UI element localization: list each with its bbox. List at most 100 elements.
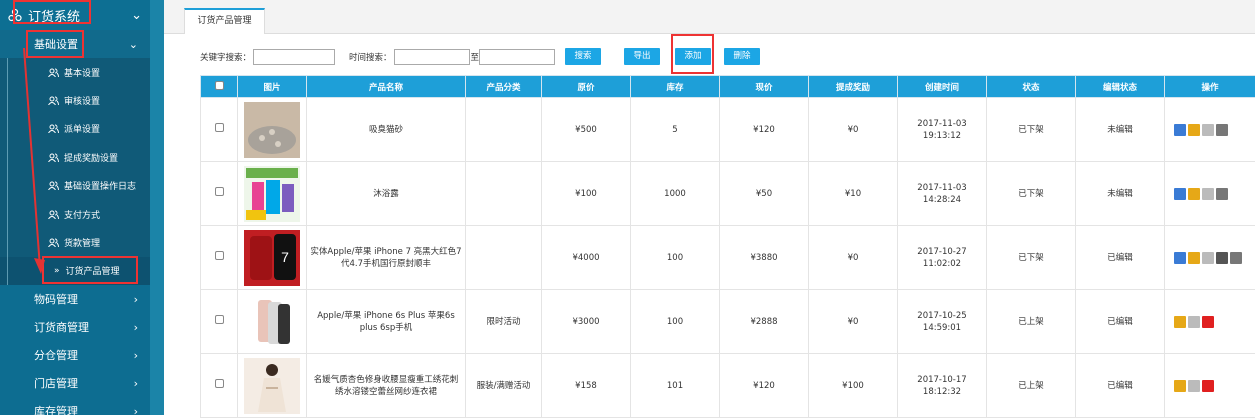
sidebar-group-2[interactable]: 分仓管理 › xyxy=(0,341,150,369)
time-to-input[interactable] xyxy=(479,49,555,65)
arrow-down-icon[interactable] xyxy=(1202,316,1214,328)
product-category xyxy=(466,162,542,226)
time-from-input[interactable] xyxy=(394,49,470,65)
list-icon[interactable] xyxy=(1188,124,1200,136)
current-price: ¥120 xyxy=(720,98,809,162)
group-label: 订货商管理 xyxy=(34,319,89,335)
search-bar: 关键字搜索： 时间搜索： 至 xyxy=(200,47,555,67)
sidebar-item-label: 支付方式 xyxy=(64,208,100,221)
arrow-down-icon[interactable] xyxy=(1202,380,1214,392)
stock: 5 xyxy=(631,98,720,162)
edit-status: 已编辑 xyxy=(1076,354,1165,418)
qrcode-icon[interactable] xyxy=(1188,316,1200,328)
created-time: 2017-10-25 14:59:01 xyxy=(898,290,987,354)
chevron-right-icon: › xyxy=(134,293,138,306)
sidebar-group-1[interactable]: 订货商管理 › xyxy=(0,313,150,341)
column-header: 产品名称 xyxy=(307,76,466,98)
column-header: 编辑状态 xyxy=(1076,76,1165,98)
chevron-down-icon: ⌄ xyxy=(131,8,142,23)
list-icon[interactable] xyxy=(1188,252,1200,264)
trash-icon[interactable] xyxy=(1230,252,1242,264)
image-cell xyxy=(238,290,307,354)
select-all-checkbox[interactable] xyxy=(215,81,224,90)
delete-button[interactable]: 删除 xyxy=(724,48,760,65)
sidebar-item-label: 提成奖励设置 xyxy=(64,151,118,164)
keyword-input[interactable] xyxy=(253,49,335,65)
product-name: 实体Apple/苹果 iPhone 7 亮黑大红色7代4.7手机国行原封顺丰 xyxy=(307,226,466,290)
edit-icon[interactable] xyxy=(1174,188,1186,200)
product-name: 名媛气质杏色修身收腰显瘦重工绣花刺绣水溶镂空蕾丝网纱连衣裙 xyxy=(307,354,466,418)
operations-cell xyxy=(1165,98,1255,162)
sidebar-group-0[interactable]: 物码管理› xyxy=(0,285,150,313)
sidebar-group-3[interactable]: 门店管理 › xyxy=(0,369,150,397)
row-select-cell xyxy=(201,354,238,418)
current-price: ¥50 xyxy=(720,162,809,226)
image-cell xyxy=(238,162,307,226)
original-price: ¥4000 xyxy=(542,226,631,290)
original-price: ¥3000 xyxy=(542,290,631,354)
search-button[interactable]: 搜索 xyxy=(565,48,601,65)
sidebar-item-label: 审核设置 xyxy=(64,94,100,107)
group-label: 分仓管理 xyxy=(34,347,78,363)
highlight-box xyxy=(671,34,714,74)
current-price: ¥120 xyxy=(720,354,809,418)
row-checkbox[interactable] xyxy=(215,379,224,388)
column-header: 操作 xyxy=(1165,76,1255,98)
qrcode-icon[interactable] xyxy=(1202,124,1214,136)
trash-icon[interactable] xyxy=(1216,188,1228,200)
row-checkbox[interactable] xyxy=(215,251,224,260)
column-header: 状态 xyxy=(987,76,1076,98)
users-icon xyxy=(48,238,59,247)
to-label: 至 xyxy=(471,51,480,63)
reward: ¥100 xyxy=(809,354,898,418)
chevron-right-icon: › xyxy=(134,349,138,362)
reward: ¥0 xyxy=(809,226,898,290)
chevron-right-icon: › xyxy=(134,377,138,390)
select-all-header[interactable] xyxy=(201,76,238,98)
group-label: 门店管理 xyxy=(34,375,78,391)
tab-product-management[interactable]: 订货产品管理 xyxy=(184,8,265,34)
row-select-cell xyxy=(201,226,238,290)
product-category: 限时活动 xyxy=(466,290,542,354)
edit-status: 已编辑 xyxy=(1076,290,1165,354)
list-icon[interactable] xyxy=(1188,188,1200,200)
product-table: 图片产品名称产品分类原价库存现价提成奖励创建时间状态编辑状态操作 吸臭猫砂¥50… xyxy=(200,75,1255,418)
column-header: 产品分类 xyxy=(466,76,542,98)
users-icon xyxy=(48,124,59,133)
row-checkbox[interactable] xyxy=(215,187,224,196)
column-header: 创建时间 xyxy=(898,76,987,98)
chevron-down-icon: ⌄ xyxy=(129,38,138,51)
arrow-up-icon[interactable] xyxy=(1216,252,1228,264)
created-time: 2017-10-27 11:02:02 xyxy=(898,226,987,290)
qrcode-icon[interactable] xyxy=(1202,188,1214,200)
product-category xyxy=(466,226,542,290)
table-row: 名媛气质杏色修身收腰显瘦重工绣花刺绣水溶镂空蕾丝网纱连衣裙服装/满赠活动¥158… xyxy=(201,354,1255,418)
list-icon[interactable] xyxy=(1174,316,1186,328)
sidebar-item-label: 基础设置操作日志 xyxy=(64,179,136,192)
export-button[interactable]: 导出 xyxy=(624,48,660,65)
edit-icon[interactable] xyxy=(1174,252,1186,264)
chevron-right-icon: › xyxy=(134,321,138,334)
stock: 101 xyxy=(631,354,720,418)
keyword-label: 关键字搜索： xyxy=(200,51,251,63)
row-checkbox[interactable] xyxy=(215,123,224,132)
edit-status: 未编辑 xyxy=(1076,98,1165,162)
original-price: ¥500 xyxy=(542,98,631,162)
row-select-cell xyxy=(201,290,238,354)
users-icon xyxy=(48,68,59,77)
users-icon xyxy=(48,210,59,219)
trash-icon[interactable] xyxy=(1216,124,1228,136)
row-checkbox[interactable] xyxy=(215,315,224,324)
product-category xyxy=(466,98,542,162)
list-icon[interactable] xyxy=(1174,380,1186,392)
status: 已下架 xyxy=(987,98,1076,162)
stock: 100 xyxy=(631,226,720,290)
sidebar-group-4[interactable]: 库存管理› xyxy=(0,397,150,415)
qrcode-icon[interactable] xyxy=(1188,380,1200,392)
stock: 100 xyxy=(631,290,720,354)
sidebar-scrollbar[interactable] xyxy=(150,0,164,415)
image-cell: 7 xyxy=(238,226,307,290)
row-select-cell xyxy=(201,98,238,162)
qrcode-icon[interactable] xyxy=(1202,252,1214,264)
edit-icon[interactable] xyxy=(1174,124,1186,136)
